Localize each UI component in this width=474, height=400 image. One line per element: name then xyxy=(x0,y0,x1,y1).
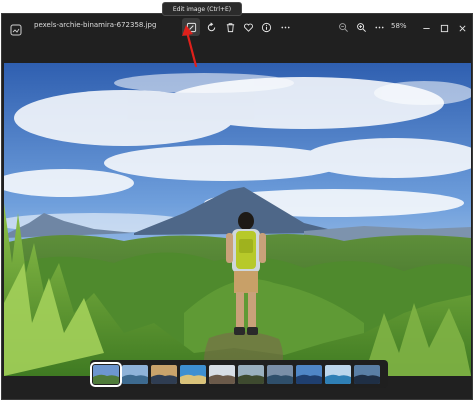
photos-app-window: pexels-archie-binamira-672358.jpg 58% xyxy=(1,13,473,400)
thumbnail[interactable] xyxy=(122,364,148,384)
thumbnail[interactable] xyxy=(296,364,322,384)
delete-icon xyxy=(225,18,236,37)
file-name: pexels-archie-binamira-672358.jpg xyxy=(34,21,157,29)
zoom-out-button[interactable] xyxy=(334,18,352,36)
rotate-icon xyxy=(206,18,217,37)
thumbnail[interactable] xyxy=(267,364,293,384)
info-icon xyxy=(261,18,272,37)
maximize-icon xyxy=(440,18,449,37)
thumbnail[interactable] xyxy=(90,361,122,387)
favorite-button[interactable] xyxy=(239,18,257,36)
zoom-out-icon xyxy=(338,18,349,37)
favorite-icon xyxy=(243,18,254,37)
thumbnail[interactable] xyxy=(238,364,264,384)
info-button[interactable] xyxy=(257,18,275,36)
photos-app-icon xyxy=(10,21,22,36)
red-annotation-arrow xyxy=(182,25,198,68)
landscape-photo xyxy=(4,63,471,376)
zoom-in-button[interactable] xyxy=(352,18,370,36)
delete-button[interactable] xyxy=(221,18,239,36)
photo-canvas[interactable] xyxy=(4,63,471,376)
more-icon xyxy=(280,18,291,37)
more-icon xyxy=(374,18,385,37)
zoom-in-icon xyxy=(356,18,367,37)
filmstrip xyxy=(90,360,388,388)
more-options-button[interactable] xyxy=(276,18,294,36)
close-button[interactable] xyxy=(453,18,471,36)
close-icon xyxy=(458,18,467,37)
title-bar: pexels-archie-binamira-672358.jpg 58% xyxy=(2,14,472,40)
view-options-button[interactable] xyxy=(370,18,388,36)
tooltip: Edit image (Ctrl+E) xyxy=(162,2,242,16)
minimize-icon xyxy=(422,18,431,37)
minimize-button[interactable] xyxy=(417,18,435,36)
thumbnail[interactable] xyxy=(180,364,206,384)
thumbnail[interactable] xyxy=(151,364,177,384)
thumbnail[interactable] xyxy=(354,364,380,384)
maximize-button[interactable] xyxy=(435,18,453,36)
thumbnail[interactable] xyxy=(325,364,351,384)
thumbnail[interactable] xyxy=(209,364,235,384)
zoom-level: 58% xyxy=(391,22,407,30)
